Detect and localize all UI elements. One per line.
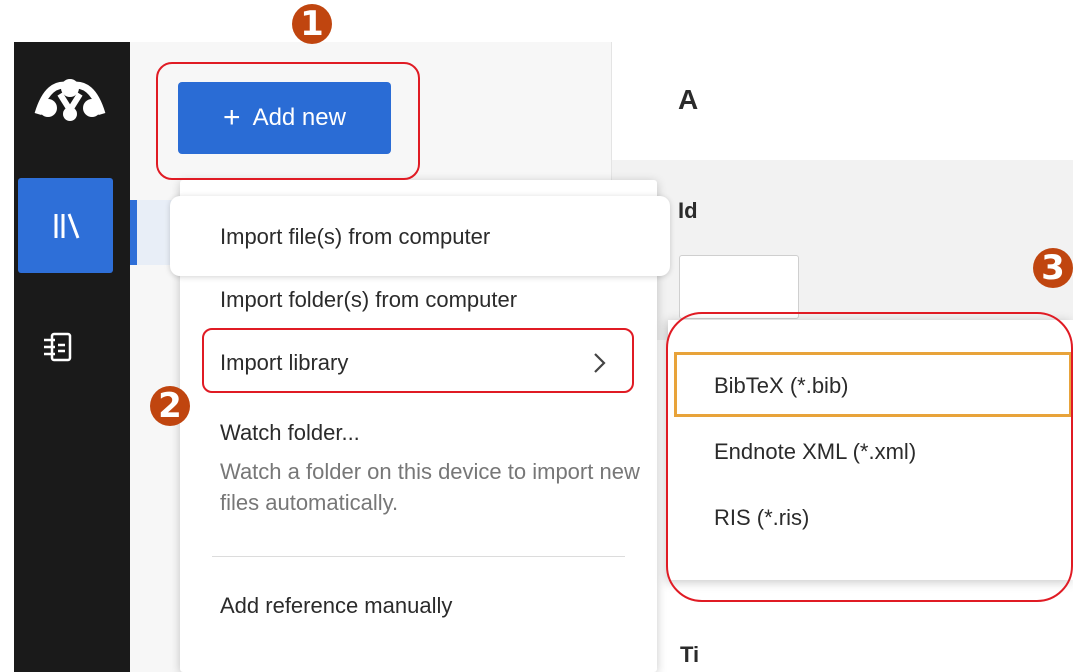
menu-divider — [212, 556, 625, 557]
step-badge-2: 2 — [150, 386, 190, 426]
details-input[interactable] — [679, 255, 799, 319]
notebook-nav-button[interactable] — [40, 330, 74, 364]
annotation-outline-2 — [202, 328, 634, 393]
menu-item-add-reference[interactable]: Add reference manually — [220, 593, 452, 619]
step-badge-3: 3 — [1033, 248, 1073, 288]
step-badge-1: 1 — [292, 4, 332, 44]
watch-folder-description: Watch a folder on this device to import … — [220, 459, 640, 515]
field-label-partial-title: Ti — [680, 642, 700, 667]
field-label-partial: Id — [678, 198, 698, 223]
library-nav-button[interactable] — [18, 178, 113, 273]
annotation-outline-3 — [666, 312, 1073, 602]
notebook-icon — [44, 332, 72, 362]
menu-item-watch-folder[interactable]: Watch folder... — [220, 420, 360, 446]
library-icon — [54, 212, 79, 239]
menu-item-import-folders[interactable]: Import folder(s) from computer — [220, 287, 517, 313]
menu-item-import-files[interactable]: Import file(s) from computer — [220, 224, 490, 250]
sidebar-selection-indicator — [130, 200, 137, 265]
mendeley-logo-icon — [30, 74, 110, 124]
annotation-outline-1 — [156, 62, 420, 180]
page-title-partial: A — [678, 84, 699, 115]
